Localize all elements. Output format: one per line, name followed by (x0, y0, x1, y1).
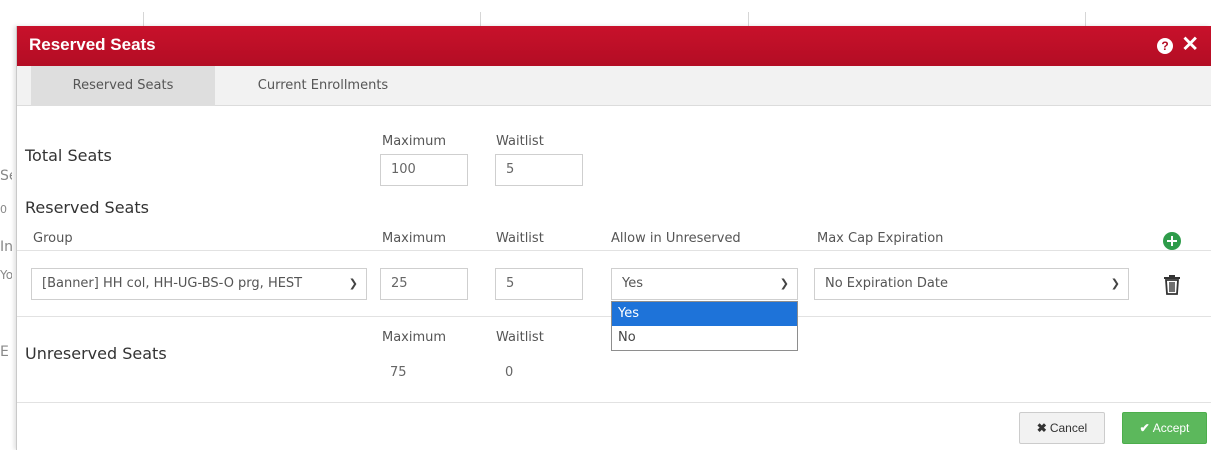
cancel-label: Cancel (1049, 421, 1088, 435)
unreserved-waitlist-value: 0 (505, 365, 514, 380)
option-no[interactable]: No (612, 326, 797, 350)
reserved-maximum-input[interactable]: 25 (380, 268, 468, 300)
total-maximum-input[interactable]: 100 (380, 154, 468, 186)
tab-current-enrollments[interactable]: Current Enrollments (227, 66, 419, 106)
accept-label: Accept (1152, 421, 1190, 435)
cancel-button[interactable]: ✖ Cancel (1019, 412, 1105, 444)
reserved-seats-dialog: Reserved Seats ? ✕ Reserved Seats Curren… (16, 26, 1211, 450)
group-select-value: [Banner] HH col, HH-UG-BS-O prg, HEST (42, 276, 303, 291)
unreserved-waitlist-label: Waitlist (496, 330, 544, 345)
chevron-down-icon: ❯ (1110, 277, 1120, 290)
max-cap-expiration-column-header: Max Cap Expiration (817, 231, 944, 246)
tab-reserved-seats[interactable]: Reserved Seats (31, 66, 215, 106)
add-reserved-group-icon[interactable] (1163, 232, 1181, 250)
trash-icon[interactable] (1162, 274, 1182, 296)
reserved-seats-heading: Reserved Seats (25, 198, 149, 217)
chevron-down-icon: ❯ (779, 277, 789, 290)
background-text: E (0, 344, 9, 360)
group-select[interactable]: [Banner] HH col, HH-UG-BS-O prg, HEST ❯ (31, 268, 367, 300)
close-icon: ✖ (1036, 421, 1047, 435)
total-maximum-label: Maximum (382, 134, 447, 149)
accept-button[interactable]: ✔ Accept (1122, 412, 1207, 444)
divider (17, 402, 1211, 403)
allow-unreserved-options: Yes No (611, 301, 798, 351)
tab-bar: Reserved Seats Current Enrollments (17, 66, 1211, 106)
unreserved-maximum-label: Maximum (382, 330, 447, 345)
background-text: 0 (0, 203, 7, 216)
reserved-waitlist-input[interactable]: 5 (495, 268, 583, 300)
dialog-title: Reserved Seats (29, 35, 156, 54)
group-column-header: Group (33, 231, 73, 246)
close-icon[interactable]: ✕ (1181, 33, 1199, 57)
dialog-header: Reserved Seats ? ✕ (17, 26, 1211, 66)
allow-unreserved-column-header: Allow in Unreserved (611, 231, 741, 246)
background-text: In (0, 239, 12, 255)
total-waitlist-label: Waitlist (496, 134, 544, 149)
option-yes[interactable]: Yes (612, 302, 797, 326)
max-cap-expiration-select[interactable]: No Expiration Date ❯ (814, 268, 1129, 300)
allow-unreserved-select[interactable]: Yes ❯ (611, 268, 798, 300)
help-icon[interactable]: ? (1157, 38, 1173, 54)
background-text: Yo (0, 268, 12, 282)
waitlist-column-header: Waitlist (496, 231, 544, 246)
total-waitlist-input[interactable]: 5 (495, 154, 583, 186)
total-seats-heading: Total Seats (25, 146, 112, 165)
unreserved-seats-heading: Unreserved Seats (25, 344, 167, 363)
allow-unreserved-value: Yes (622, 276, 643, 291)
chevron-down-icon: ❯ (348, 277, 358, 290)
maximum-column-header: Maximum (382, 231, 447, 246)
max-cap-expiration-value: No Expiration Date (825, 276, 948, 291)
unreserved-maximum-value: 75 (390, 365, 407, 380)
background-text: Se (0, 168, 12, 184)
divider (17, 250, 1211, 251)
check-icon: ✔ (1139, 421, 1150, 435)
